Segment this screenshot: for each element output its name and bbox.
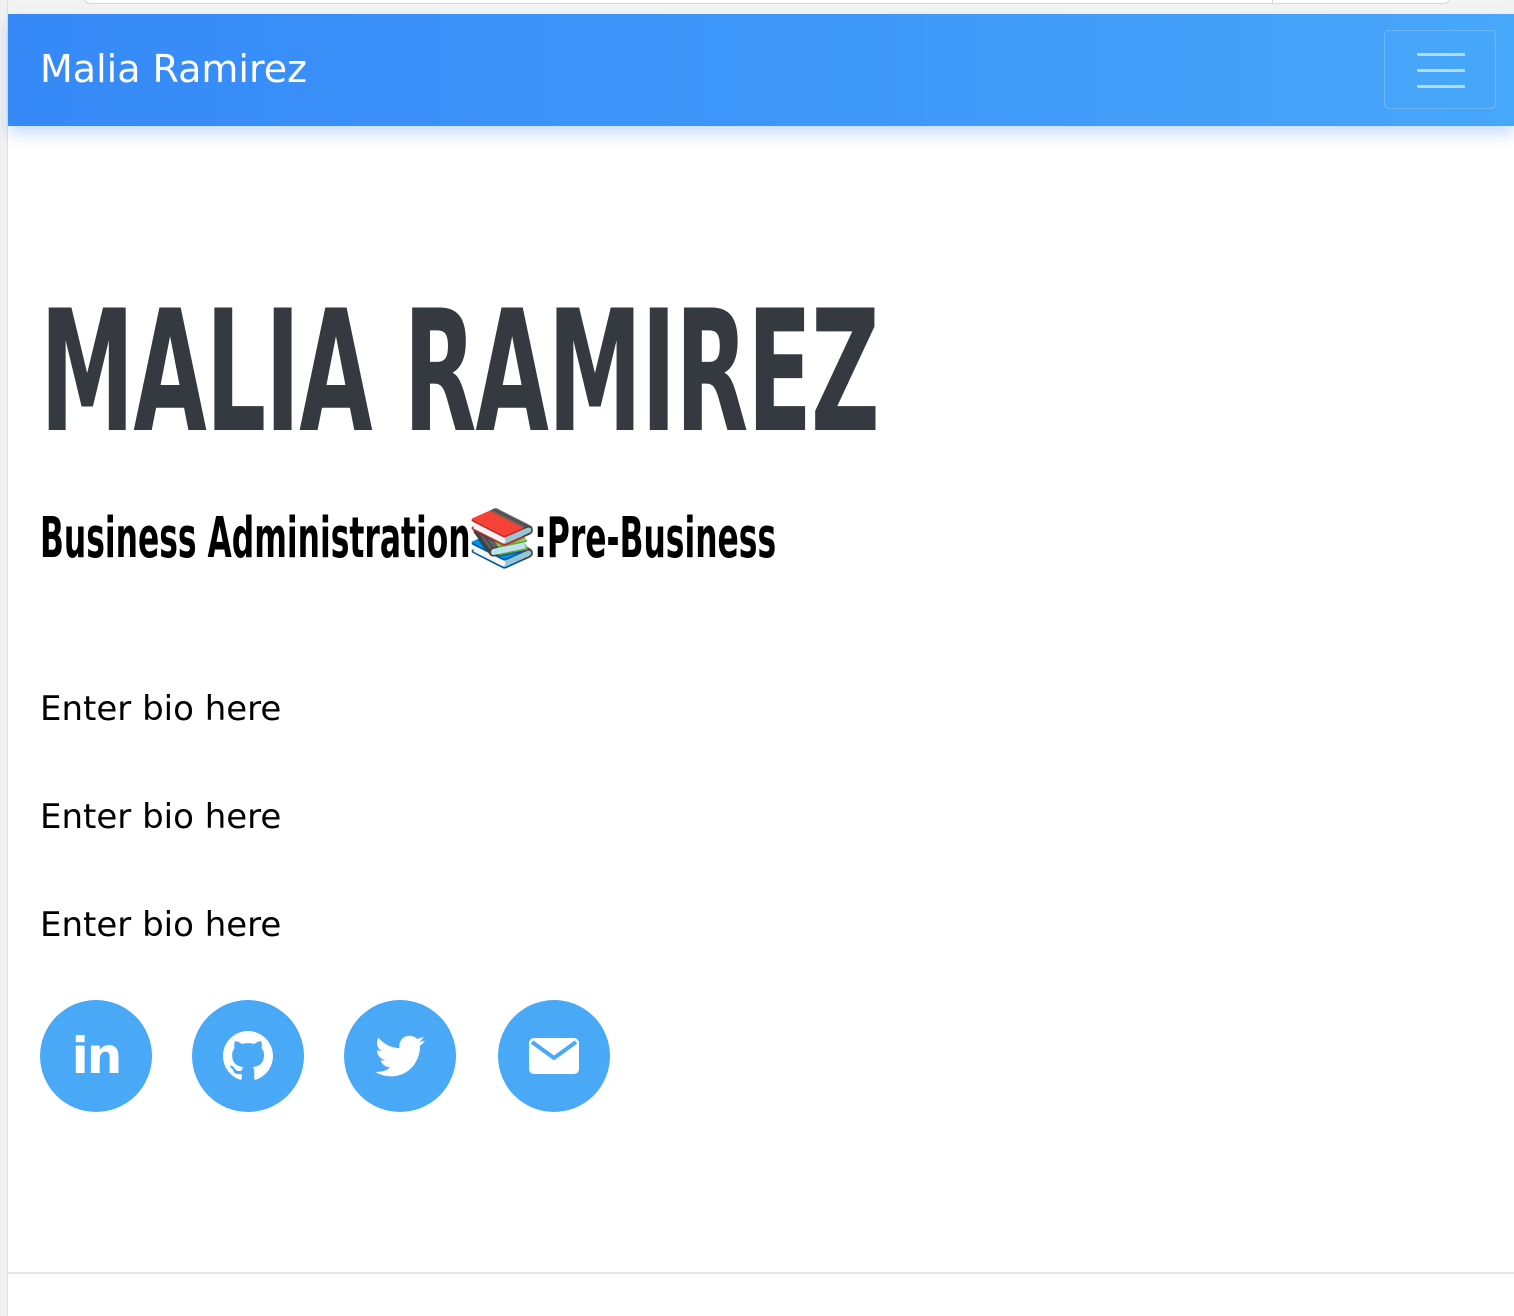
- navbar: Malia Ramirez: [8, 14, 1514, 126]
- github-button[interactable]: [192, 1000, 304, 1112]
- window-left-edge: [0, 0, 8, 1316]
- bio-paragraph: Enter bio here: [40, 689, 282, 729]
- navbar-toggler-button[interactable]: [1384, 30, 1496, 109]
- books-emoji-icon: 📚: [467, 506, 538, 571]
- email-button[interactable]: [498, 1000, 610, 1112]
- bio-paragraph: Enter bio here: [40, 905, 282, 945]
- hamburger-menu-icon-line: [1417, 85, 1465, 88]
- chrome-divider: [1272, 0, 1273, 4]
- subheading-track: :Pre-Business: [534, 506, 777, 571]
- subheading-major: Business Administration: [40, 506, 471, 571]
- envelope-icon: [529, 1036, 579, 1076]
- hamburger-menu-icon: [1417, 53, 1465, 56]
- twitter-button[interactable]: [344, 1000, 456, 1112]
- navbar-brand[interactable]: Malia Ramirez: [40, 44, 307, 94]
- linkedin-button[interactable]: in: [40, 1000, 152, 1112]
- page-title: MALIA RAMIREZ: [40, 274, 880, 470]
- linkedin-glyph: in: [71, 1027, 123, 1085]
- bio-paragraph: Enter bio here: [40, 797, 282, 837]
- linkedin-icon: in: [71, 1027, 123, 1085]
- address-bar[interactable]: [84, 0, 1450, 4]
- twitter-icon: [375, 1031, 425, 1081]
- section-divider: [8, 1272, 1514, 1274]
- subheading: Business Administration📚:Pre-Business: [40, 506, 776, 572]
- browser-chrome-top: [0, 0, 1514, 14]
- hamburger-menu-icon-line: [1417, 69, 1465, 72]
- github-icon: [223, 1031, 273, 1081]
